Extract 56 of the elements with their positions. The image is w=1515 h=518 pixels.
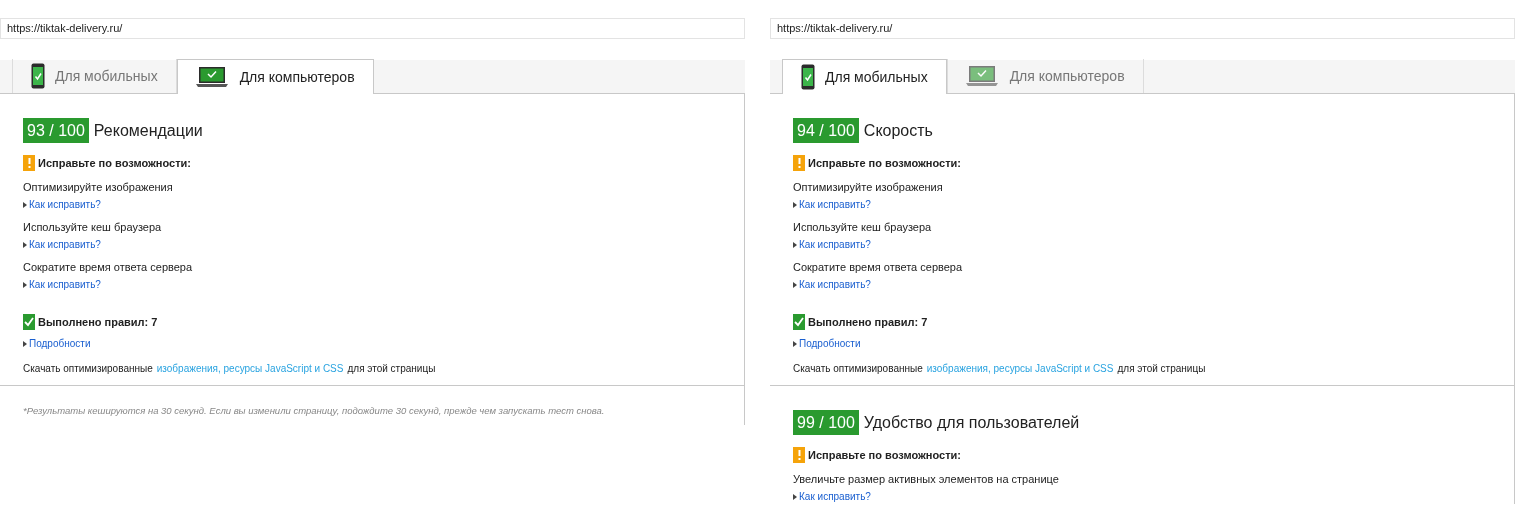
laptop-icon (195, 67, 228, 87)
caret-icon (793, 341, 797, 347)
warning-heading: Исправьте по возможности: (38, 156, 191, 171)
warning-icon (793, 447, 805, 464)
url-field[interactable]: https://tiktak-delivery.ru/ (0, 18, 745, 39)
footnote: *Результаты кешируются на 30 секунд. Если вы изменили страницу, подождите 30 секунд, прежде чем запускать тест снова. (23, 405, 605, 416)
warning-icon (23, 155, 35, 172)
warning-icon (793, 155, 805, 172)
fix-link[interactable]: Как исправить? (799, 197, 871, 212)
caret-icon (793, 493, 797, 500)
caret-icon (793, 201, 797, 208)
issue-text: Используйте кеш браузера (793, 219, 933, 234)
details-link[interactable]: Подробности (799, 337, 861, 351)
laptop-icon (965, 66, 998, 86)
issue-text: Используйте кеш браузера (23, 219, 163, 234)
fix-link[interactable]: Как исправить? (29, 197, 101, 212)
url-field[interactable]: https://tiktak-delivery.ru/ (770, 18, 1515, 39)
warning-heading: Исправьте по возможности: (808, 156, 961, 171)
fix-link[interactable]: Как исправить? (799, 237, 871, 252)
section-title: Скорость (863, 120, 933, 141)
score-badge: 93 / 100 (23, 118, 89, 143)
download-text: для этой страницы (347, 362, 436, 376)
fix-link[interactable]: Как исправить? (29, 277, 101, 292)
issue-text: Сократите время ответа сервера (793, 259, 964, 274)
score-badge: 99 / 100 (793, 410, 859, 435)
passed-rules: Выполнено правил: 7 (808, 314, 928, 330)
caret-icon (23, 201, 27, 208)
issue-text: Увеличьте размер активных элементов на странице (793, 471, 1060, 486)
issue-text: Оптимизируйте изображения (23, 179, 174, 194)
caret-icon (23, 281, 27, 288)
tab[interactable]: Для мобильных (12, 59, 177, 93)
tab[interactable]: Для компьютеров (176, 59, 374, 94)
check-icon (793, 313, 805, 330)
caret-icon (23, 341, 27, 347)
download-text: Скачать оптимизированные (793, 362, 923, 376)
caret-icon (793, 241, 797, 248)
download-text: Скачать оптимизированные (23, 362, 153, 376)
download-text: для этой страницы (1117, 362, 1206, 376)
fix-link[interactable]: Как исправить? (799, 277, 871, 292)
tab[interactable]: Для мобильных (782, 59, 947, 94)
details-link[interactable]: Подробности (29, 337, 91, 351)
score-badge: 94 / 100 (793, 118, 859, 143)
tab[interactable]: Для компьютеров (946, 59, 1144, 93)
section-title: Рекомендации (93, 120, 203, 141)
section-title: Удобство для пользователей (863, 412, 1080, 433)
phone-icon (31, 63, 45, 89)
phone-icon (801, 64, 815, 90)
warning-heading: Исправьте по возможности: (808, 448, 961, 463)
caret-icon (23, 241, 27, 248)
check-icon (23, 313, 35, 330)
issue-text: Сократите время ответа сервера (23, 259, 194, 274)
passed-rules: Выполнено правил: 7 (38, 314, 158, 330)
issue-text: Оптимизируйте изображения (793, 179, 944, 194)
caret-icon (793, 281, 797, 288)
fix-link[interactable]: Как исправить? (799, 489, 871, 504)
fix-link[interactable]: Как исправить? (29, 237, 101, 252)
